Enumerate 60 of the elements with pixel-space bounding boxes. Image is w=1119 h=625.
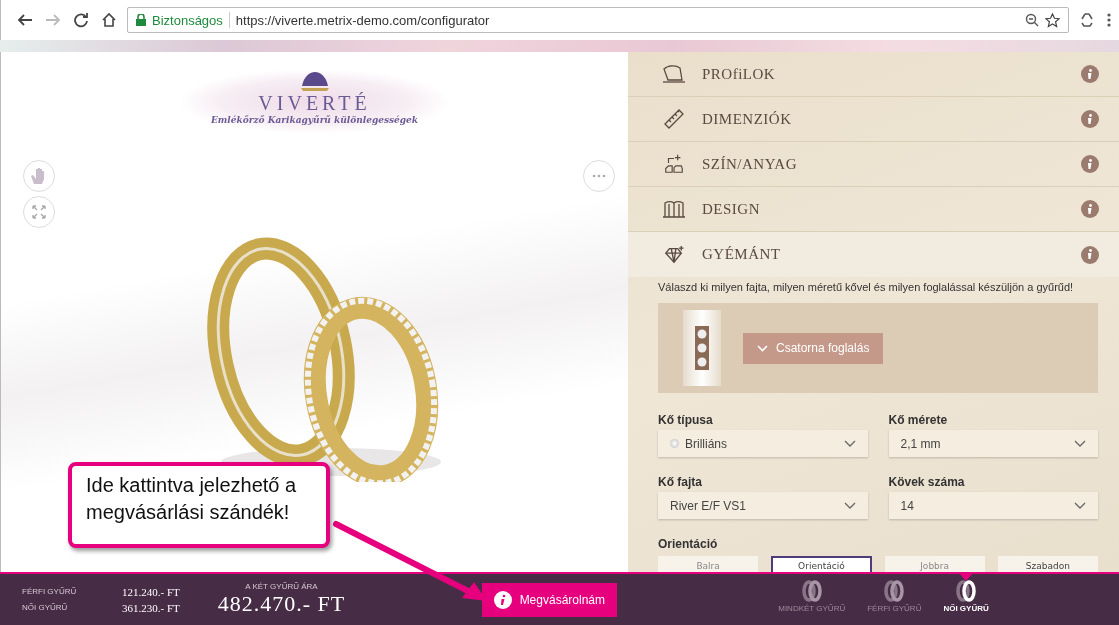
accordion-header[interactable]: GYÉMÁNT [628, 232, 1119, 277]
rings-icon [882, 580, 907, 602]
expand-icon[interactable] [23, 196, 55, 228]
orientation-option[interactable]: Szabadon [997, 556, 1098, 572]
ring-profile-icon [662, 64, 686, 84]
callout-note: Ide kattintva jelezhető a megvásárlási szándék! [68, 462, 330, 548]
total-price: 482.470.- FT [217, 591, 346, 617]
reload-icon[interactable] [73, 12, 89, 28]
brand-logo: VIVERTÉ [258, 92, 371, 115]
ring-toggle[interactable]: MINDKÉT GYŰRŰ [778, 574, 846, 625]
star-icon[interactable] [1045, 12, 1060, 28]
address-bar[interactable]: Biztonságos https://viverte.metrix-demo.com/configurator [127, 7, 1069, 33]
url-text: https://viverte.metrix-demo.com/configurator [235, 12, 491, 28]
info-icon[interactable] [1081, 245, 1099, 264]
chevron-down-icon [1074, 502, 1086, 509]
chevron-down-icon [843, 440, 856, 447]
chevron-down-icon [757, 344, 768, 352]
info-icon [493, 590, 512, 609]
price-value: 121.240.- FT [122, 585, 180, 598]
price-value: 361.230.- FT [122, 601, 180, 614]
rings-icon [954, 580, 979, 602]
setting-thumbnail-icon [683, 310, 721, 386]
home-icon[interactable] [101, 12, 117, 28]
total-label: A KÉT GYŰRŰ ÁRA [245, 582, 318, 591]
accordion-header[interactable]: PROfiLOK [628, 52, 1119, 97]
select-field[interactable]: Brilliáns [658, 430, 868, 457]
accordion-header[interactable]: DIMENZIÓK [628, 97, 1119, 142]
field-label: Kő fajta [658, 474, 703, 491]
info-icon[interactable] [1081, 155, 1099, 173]
field-label: Kő típusa [658, 412, 714, 429]
brand-tagline: Emlékőrző Karikagyűrű különlegességek [210, 115, 419, 125]
columns-icon [662, 199, 686, 219]
accordion-header[interactable]: SZÍN/ANYAG [628, 142, 1119, 187]
field-label: Kövek száma [888, 474, 966, 491]
lock-icon [136, 14, 146, 26]
ring-toggle[interactable]: NŐI GYŰRŰ [943, 574, 989, 625]
select-field[interactable]: River E/F VS1 [658, 492, 868, 519]
orientation-option[interactable]: Orientáció [771, 556, 872, 572]
zoom-icon[interactable] [1025, 13, 1039, 27]
back-icon[interactable] [17, 12, 33, 28]
menu-icon[interactable] [1107, 12, 1111, 28]
chevron-down-icon [1074, 440, 1086, 447]
field-label: Kő mérete [888, 412, 949, 429]
ruler-icon [662, 107, 686, 131]
chevron-down-icon [843, 502, 856, 509]
shapes-icon [662, 153, 686, 175]
stone-icon [670, 439, 679, 448]
price-label: FÉRFI GYŰRŰ [22, 587, 78, 596]
field-label: Orientáció [658, 536, 719, 553]
select-field[interactable]: 14 [888, 492, 1098, 519]
ring-toggle[interactable]: FÉRFI GYŰRŰ [867, 574, 922, 625]
diamond-icon [662, 244, 686, 265]
security-label: Biztonságos [152, 12, 223, 28]
select-field[interactable]: 2,1 mm [888, 430, 1098, 457]
rings-icon [799, 580, 824, 602]
description-text: Válaszd ki milyen fajta, milyen méretű kővel és milyen foglalással készüljön a gyűrűd! [658, 281, 1075, 293]
price-label: NŐI GYŰRŰ [22, 603, 69, 612]
info-icon[interactable] [1081, 200, 1099, 218]
info-icon[interactable] [1081, 65, 1099, 83]
info-icon[interactable] [1081, 110, 1099, 128]
